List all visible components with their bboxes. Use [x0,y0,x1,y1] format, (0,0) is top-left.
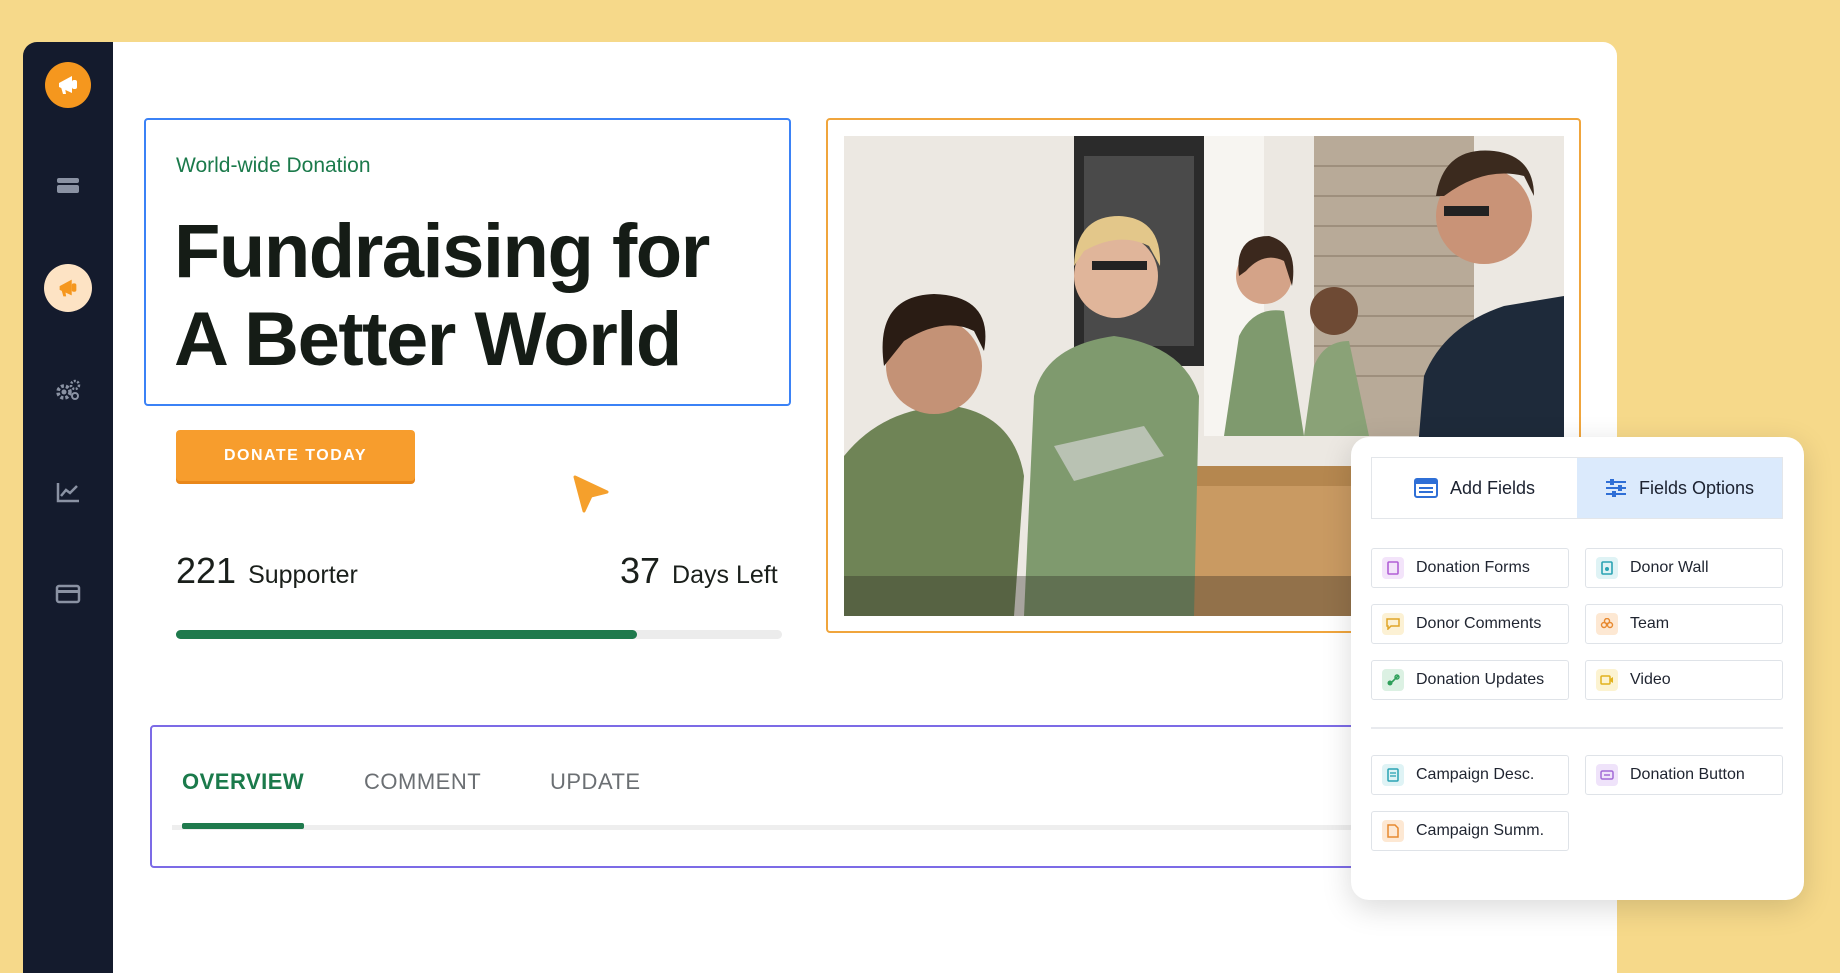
supporters-stat: 221 Supporter [176,550,358,592]
field-campaign-summ[interactable]: Campaign Summ. [1371,811,1569,851]
add-fields-button[interactable]: Add Fields [1372,458,1577,518]
panel-divider [1371,727,1783,729]
comment-icon [1382,613,1404,635]
days-left-stat: 37 Days Left [620,550,778,592]
sidebar [23,42,113,973]
field-video[interactable]: Video [1585,660,1783,700]
field-donor-comments[interactable]: Donor Comments [1371,604,1569,644]
megaphone-icon[interactable] [44,264,92,312]
field-label: Campaign Desc. [1416,766,1535,783]
field-donation-forms[interactable]: Donation Forms [1371,548,1569,588]
wall-icon [1596,557,1618,579]
card-icon[interactable] [48,574,88,614]
supporters-count: 221 [176,550,237,591]
days-left-label: Days Left [672,561,778,589]
field-label: Video [1630,671,1671,688]
team-icon [1596,613,1618,635]
fields-options-button[interactable]: Fields Options [1577,458,1782,518]
donate-today-button[interactable]: DONATE TODAY [176,430,415,481]
tab-overview[interactable]: OVERVIEW [182,769,304,795]
panel-segmented-control: Add Fields Fields Options [1371,457,1783,519]
supporters-label: Supporter [248,561,358,589]
field-donation-updates[interactable]: Donation Updates [1371,660,1569,700]
cursor-pointer-icon [573,475,609,513]
updates-icon [1382,669,1404,691]
campaign-tabs: OVERVIEW COMMENT UPDATE [150,725,1550,868]
field-label: Donor Comments [1416,615,1542,632]
campaign-hero-box[interactable]: World-wide Donation Fundraising for A Be… [144,118,791,406]
field-campaign-desc[interactable]: Campaign Desc. [1371,755,1569,795]
form-icon [1382,557,1404,579]
sliders-icon [1605,479,1626,497]
chart-icon[interactable] [48,472,88,512]
field-donor-wall[interactable]: Donor Wall [1585,548,1783,588]
campaign-title: Fundraising for A Better World [174,209,710,382]
tab-active-indicator [182,823,304,829]
video-icon [1596,669,1618,691]
field-label: Donor Wall [1630,559,1709,576]
summary-icon [1382,820,1404,842]
funding-progress-fill [176,630,637,639]
field-label: Donation Button [1630,766,1745,783]
days-left-count: 37 [620,550,661,591]
tab-update[interactable]: UPDATE [550,769,641,795]
add-fields-label: Add Fields [1449,477,1536,498]
megaphone-logo-icon[interactable] [45,62,91,108]
field-label: Team [1630,615,1670,632]
stack-icon[interactable] [48,166,88,206]
list-icon [1413,478,1438,498]
fields-options-label: Fields Options [1638,477,1755,498]
tab-track [172,825,1532,830]
desc-icon [1382,764,1404,786]
funding-progress-bar [176,630,782,639]
field-donation-button[interactable]: Donation Button [1585,755,1783,795]
tab-comment[interactable]: COMMENT [364,769,481,795]
fields-panel: Add Fields Fields Options Donation Forms… [1351,437,1804,900]
field-team[interactable]: Team [1585,604,1783,644]
gears-icon[interactable] [48,370,88,410]
campaign-eyebrow: World-wide Donation [176,154,371,177]
button-icon [1596,764,1618,786]
field-label: Donation Forms [1416,559,1530,576]
field-label: Campaign Summ. [1416,822,1545,839]
field-label: Donation Updates [1416,671,1545,688]
